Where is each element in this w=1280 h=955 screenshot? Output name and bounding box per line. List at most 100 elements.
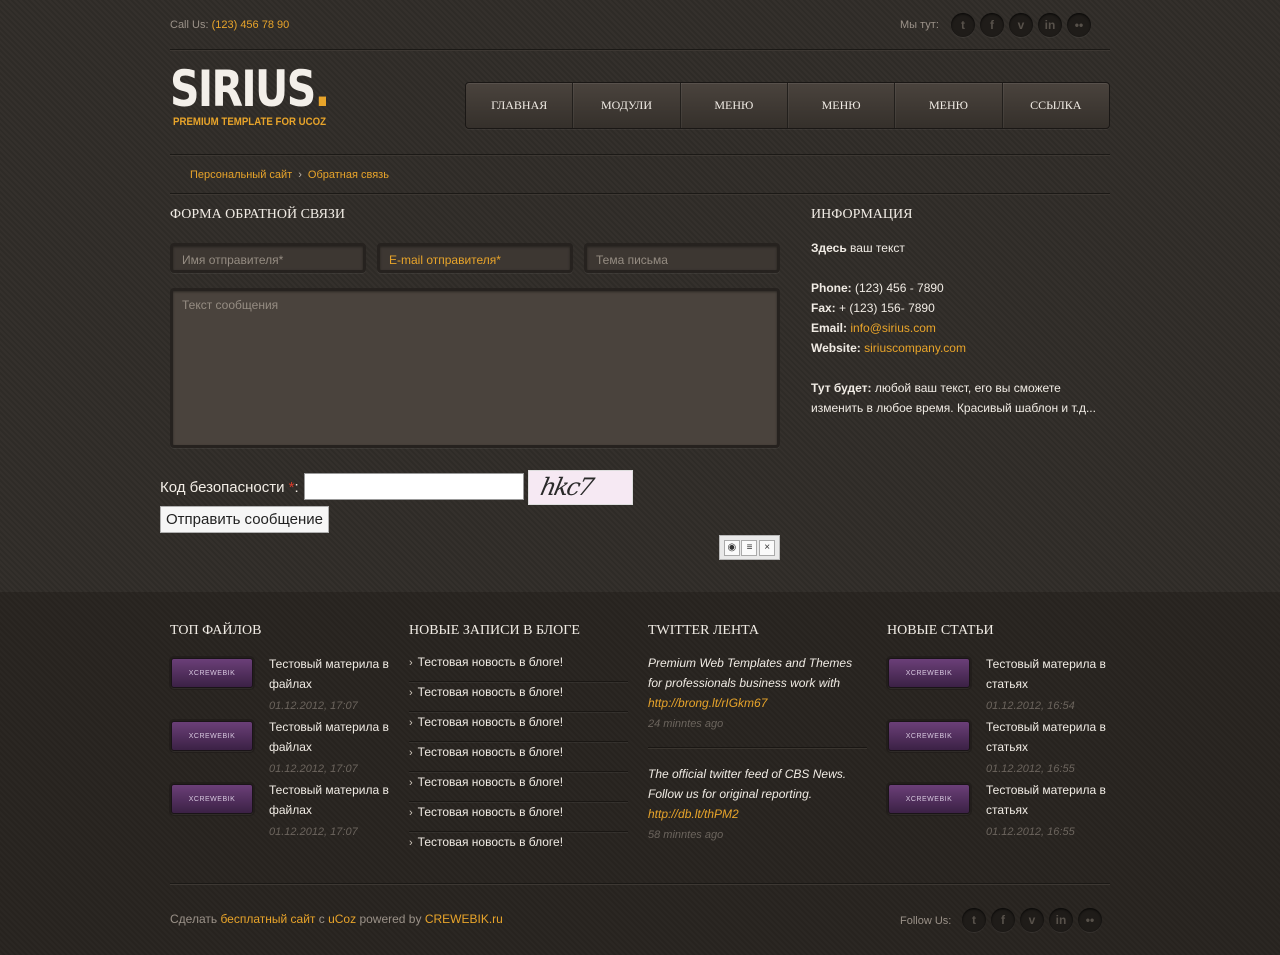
- info-website-link[interactable]: siriuscompany.com: [864, 341, 966, 355]
- file-link[interactable]: Тестовый материла в файлах: [269, 780, 389, 820]
- blog-item[interactable]: › Тестовая новость в блоге!: [409, 652, 628, 682]
- tweet-time: 24 minntes ago: [648, 718, 724, 730]
- copyright-mid2: powered by: [356, 912, 425, 926]
- blog-item[interactable]: › Тестовая новость в блоге!: [409, 682, 628, 712]
- crewebik-link[interactable]: CREWEBIK.ru: [425, 912, 503, 926]
- file-thumb[interactable]: XCREWEBIK: [171, 784, 253, 814]
- twitter-title: TWITTER ЛЕНТА: [648, 623, 760, 638]
- captcha-image-text: hkc7: [538, 473, 595, 501]
- facebook-icon[interactable]: f: [980, 13, 1004, 37]
- vimeo-icon[interactable]: v: [1020, 908, 1044, 932]
- article-link[interactable]: Тестовый материла в статьях: [986, 780, 1106, 820]
- website-label: Website:: [811, 341, 861, 355]
- captcha-image[interactable]: hkc7: [528, 470, 633, 505]
- article-date: 01.12.2012, 16:55: [986, 763, 1075, 775]
- article-thumb[interactable]: XCREWEBIK: [888, 721, 970, 751]
- main-nav: ГЛАВНАЯ МОДУЛИ МЕНЮ МЕНЮ МЕНЮ ССЫЛКА: [465, 82, 1110, 129]
- eye-icon[interactable]: ◉: [723, 539, 740, 556]
- blog-item-label: Тестовая новость в блоге!: [417, 715, 564, 729]
- sender-email-input[interactable]: E-mail отправителя*: [377, 243, 573, 273]
- copyright: Сделать бесплатный сайт с uCoz powered b…: [170, 912, 503, 926]
- blog-item[interactable]: › Тестовая новость в блоге!: [409, 772, 628, 802]
- flickr-icon[interactable]: ••: [1067, 13, 1091, 37]
- sender-name-input[interactable]: Имя отправителя*: [170, 243, 366, 273]
- facebook-icon[interactable]: f: [991, 908, 1015, 932]
- tweet-time: 58 minntes ago: [648, 829, 724, 841]
- submit-button[interactable]: Отправить сообщение: [160, 506, 330, 533]
- email-label: Email:: [811, 321, 848, 335]
- close-icon[interactable]: ×: [759, 539, 776, 556]
- chevron-right-icon: ›: [409, 837, 413, 849]
- flickr-icon[interactable]: ••: [1078, 908, 1102, 932]
- divider: [170, 193, 1110, 195]
- article-thumb[interactable]: XCREWEBIK: [888, 658, 970, 688]
- chevron-right-icon: ›: [409, 717, 413, 729]
- tweet-link[interactable]: http://db.lt/thPM2: [648, 807, 739, 821]
- twitter-icon[interactable]: t: [962, 908, 986, 932]
- divider: [170, 883, 1110, 885]
- blog-item[interactable]: › Тестовая новость в блоге!: [409, 742, 628, 772]
- article-thumb[interactable]: XCREWEBIK: [888, 784, 970, 814]
- breadcrumb-home[interactable]: Персональный сайт: [190, 169, 292, 181]
- file-thumb[interactable]: XCREWEBIK: [171, 658, 253, 688]
- logo[interactable]: SIRIUS.: [170, 60, 330, 118]
- intro-bold: Здесь: [811, 241, 847, 255]
- logo-tagline: PREMIUM TEMPLATE FOR UCOZ: [173, 116, 327, 128]
- blog-item[interactable]: › Тестовая новость в блоге!: [409, 712, 628, 742]
- tweet-link[interactable]: http://brong.lt/rIGkm67: [648, 696, 767, 710]
- form-title: ФОРМА ОБРАТНОЙ СВЯЗИ: [170, 207, 346, 222]
- blog-item-label: Тестовая новость в блоге!: [417, 835, 564, 849]
- article-date: 01.12.2012, 16:54: [986, 700, 1075, 712]
- divider: [648, 747, 867, 749]
- linkedin-icon[interactable]: in: [1038, 13, 1062, 37]
- call-label: Call Us:: [170, 19, 209, 31]
- tweet: Premium Web Templates and Themes for pro…: [648, 653, 868, 734]
- article-link[interactable]: Тестовый материла в статьях: [986, 654, 1106, 694]
- fax-label: Fax:: [811, 301, 836, 315]
- ucoz-link[interactable]: uCoz: [328, 912, 356, 926]
- nav-item-link[interactable]: ССЫЛКА: [1003, 83, 1109, 128]
- blog-item-label: Тестовая новость в блоге!: [417, 745, 564, 759]
- free-site-link[interactable]: бесплатный сайт: [220, 912, 315, 926]
- intro-text: ваш текст: [846, 241, 905, 255]
- message-textarea[interactable]: Текст сообщения: [170, 288, 780, 448]
- info-email-link[interactable]: info@sirius.com: [850, 321, 936, 335]
- note-label: Тут будет:: [811, 381, 872, 395]
- phone-label: Phone:: [811, 281, 852, 295]
- blog-title: НОВЫЕ ЗАПИСИ В БЛОГЕ: [409, 623, 580, 638]
- vimeo-icon[interactable]: v: [1009, 13, 1033, 37]
- blog-item-label: Тестовая новость в блоге!: [417, 685, 564, 699]
- nav-item-modules[interactable]: МОДУЛИ: [573, 83, 681, 128]
- nav-item-menu-1[interactable]: МЕНЮ: [681, 83, 788, 128]
- nav-item-home[interactable]: ГЛАВНАЯ: [466, 83, 574, 128]
- file-link[interactable]: Тестовый материла в файлах: [269, 717, 389, 757]
- page-footer-area: [0, 592, 1280, 955]
- linkedin-icon[interactable]: in: [1049, 908, 1073, 932]
- file-link[interactable]: Тестовый материла в файлах: [269, 654, 389, 694]
- file-date: 01.12.2012, 17:07: [269, 826, 358, 838]
- captcha-input[interactable]: [304, 473, 524, 500]
- top-files-title: ТОП ФАЙЛОВ: [170, 623, 262, 638]
- subject-input[interactable]: Тема письма: [584, 243, 780, 273]
- captcha-label-text: Код безопасности: [160, 479, 285, 496]
- blog-item[interactable]: › Тестовая новость в блоге!: [409, 832, 628, 862]
- nav-item-menu-3[interactable]: МЕНЮ: [895, 83, 1003, 128]
- captcha-label: Код безопасности *:: [160, 479, 299, 496]
- breadcrumb: Персональный сайт › Обратная связь: [190, 169, 389, 181]
- divider: [170, 154, 1110, 156]
- chevron-right-icon: ›: [409, 777, 413, 789]
- breadcrumb-separator: ›: [298, 169, 302, 181]
- edit-icon[interactable]: ≡: [741, 539, 758, 556]
- call-us: Call Us: (123) 456 78 90: [170, 19, 289, 31]
- phone-link[interactable]: (123) 456 78 90: [212, 19, 290, 31]
- info-phone: (123) 456 - 7890: [851, 281, 944, 295]
- twitter-icon[interactable]: t: [951, 13, 975, 37]
- admin-toolbar: ◉ ≡ ×: [719, 535, 780, 560]
- blog-item-label: Тестовая новость в блоге!: [417, 655, 564, 669]
- file-thumb[interactable]: XCREWEBIK: [171, 721, 253, 751]
- article-link[interactable]: Тестовый материла в статьях: [986, 717, 1106, 757]
- file-date: 01.12.2012, 17:07: [269, 700, 358, 712]
- nav-item-menu-2[interactable]: МЕНЮ: [788, 83, 896, 128]
- blog-item[interactable]: › Тестовая новость в блоге!: [409, 802, 628, 832]
- info-fax: + (123) 156- 7890: [835, 301, 935, 315]
